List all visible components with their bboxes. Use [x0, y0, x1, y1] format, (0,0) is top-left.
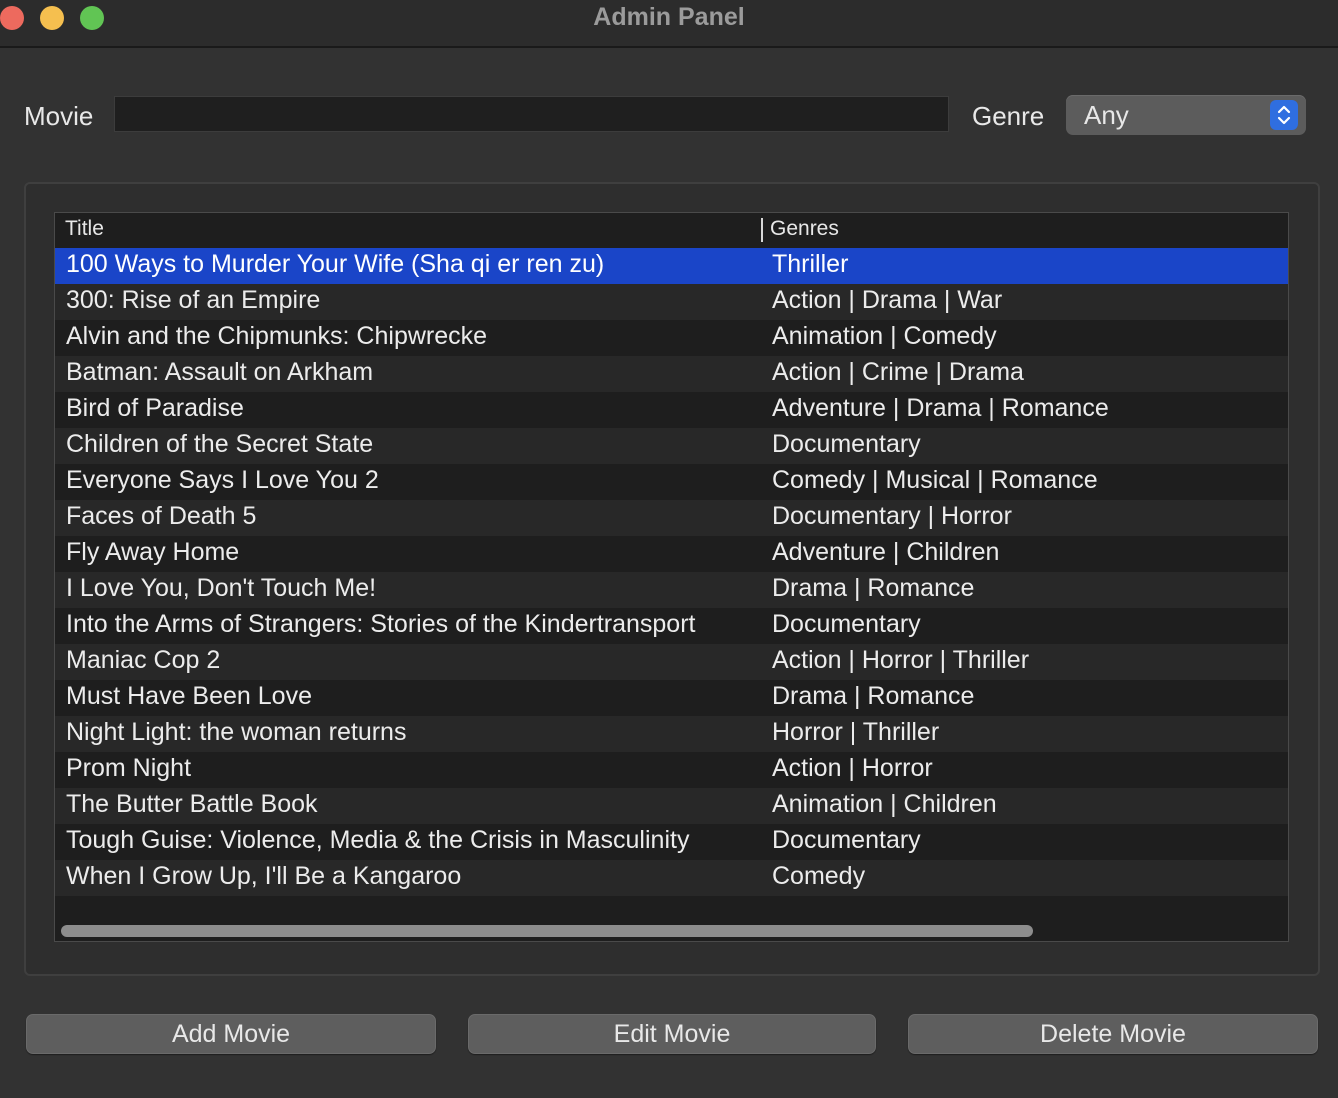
cell-genres: Documentary — [772, 430, 921, 458]
admin-panel-window: Admin Panel Movie Genre Any Title Genres… — [0, 0, 1338, 1098]
cell-genres: Documentary — [772, 826, 921, 854]
cell-title: The Butter Battle Book — [66, 790, 318, 818]
table-header: Title Genres — [55, 213, 1288, 248]
movies-table[interactable]: Title Genres 100 Ways to Murder Your Wif… — [54, 212, 1289, 942]
add-movie-button[interactable]: Add Movie — [26, 1014, 436, 1054]
cell-title: Night Light: the woman returns — [66, 718, 407, 746]
delete-movie-button[interactable]: Delete Movie — [908, 1014, 1318, 1054]
genre-selected-value: Any — [1084, 100, 1129, 130]
cell-title: Faces of Death 5 — [66, 502, 257, 530]
table-body: 100 Ways to Murder Your Wife (Sha qi er … — [55, 248, 1288, 932]
horizontal-scrollbar[interactable] — [61, 925, 1033, 937]
column-divider[interactable] — [761, 218, 763, 242]
edit-movie-button[interactable]: Edit Movie — [468, 1014, 876, 1054]
table-row[interactable]: Children of the Secret State Documentary — [55, 428, 1288, 464]
table-row[interactable]: Faces of Death 5 Documentary | Horror — [55, 500, 1288, 536]
cell-genres: Documentary | Horror — [772, 502, 1012, 530]
genre-label: Genre — [972, 101, 1045, 131]
table-row[interactable]: The Butter Battle Book Animation | Childr… — [55, 788, 1288, 824]
cell-title: 300: Rise of an Empire — [66, 286, 321, 314]
table-row[interactable]: 300: Rise of an Empire Action | Drama | W… — [55, 284, 1288, 320]
table-row[interactable]: Alvin and the Chipmunks: Chipwrecke Anima… — [55, 320, 1288, 356]
cell-title: Everyone Says I Love You 2 — [66, 466, 379, 494]
column-header-genres[interactable]: Genres — [770, 217, 839, 241]
cell-title: Batman: Assault on Arkham — [66, 358, 374, 386]
cell-title: Tough Guise: Violence, Media & the Crisi… — [66, 826, 690, 854]
cell-genres: Adventure | Drama | Romance — [772, 394, 1109, 422]
cell-genres: Adventure | Children — [772, 538, 1000, 566]
cell-genres: Thriller — [772, 250, 849, 278]
table-row[interactable]: Batman: Assault on Arkham Action | Crime … — [55, 356, 1288, 392]
genre-select[interactable]: Any — [1066, 95, 1306, 135]
cell-title: 100 Ways to Murder Your Wife (Sha qi er … — [66, 250, 605, 278]
table-row[interactable]: When I Grow Up, I'll Be a Kangaroo Comedy — [55, 860, 1288, 896]
cell-genres: Comedy — [772, 862, 866, 890]
movie-label: Movie — [24, 101, 94, 131]
cell-genres: Drama | Romance — [772, 682, 975, 710]
cell-title: Into the Arms of Strangers: Stories of t… — [66, 610, 696, 638]
table-row[interactable]: Prom Night Action | Horror — [55, 752, 1288, 788]
title-bar: Admin Panel — [0, 0, 1338, 48]
cell-genres: Action | Horror — [772, 754, 933, 782]
cell-title: Bird of Paradise — [66, 394, 244, 422]
cell-genres: Horror | Thriller — [772, 718, 940, 746]
cell-genres: Animation | Children — [772, 790, 997, 818]
cell-title: Must Have Been Love — [66, 682, 312, 710]
cell-title: Alvin and the Chipmunks: Chipwrecke — [66, 322, 488, 350]
table-row[interactable]: Must Have Been Love Drama | Romance — [55, 680, 1288, 716]
column-header-title[interactable]: Title — [65, 217, 104, 241]
table-row[interactable]: Fly Away Home Adventure | Children — [55, 536, 1288, 572]
cell-genres: Action | Drama | War — [772, 286, 1003, 314]
cell-genres: Comedy | Musical | Romance — [772, 466, 1098, 494]
movie-search-input[interactable] — [114, 96, 949, 132]
cell-title: When I Grow Up, I'll Be a Kangaroo — [66, 862, 462, 890]
cell-genres: Action | Crime | Drama — [772, 358, 1024, 386]
table-row[interactable]: Into the Arms of Strangers: Stories of t… — [55, 608, 1288, 644]
table-row[interactable]: Night Light: the woman returns Horror | T… — [55, 716, 1288, 752]
table-row[interactable]: I Love You, Don't Touch Me! Drama | Roman… — [55, 572, 1288, 608]
cell-title: Fly Away Home — [66, 538, 240, 566]
cell-genres: Action | Horror | Thriller — [772, 646, 1030, 674]
cell-title: Maniac Cop 2 — [66, 646, 221, 674]
cell-title: I Love You, Don't Touch Me! — [66, 574, 377, 602]
cell-genres: Drama | Romance — [772, 574, 975, 602]
table-row[interactable]: 100 Ways to Murder Your Wife (Sha qi er … — [55, 248, 1288, 284]
cell-title: Prom Night — [66, 754, 192, 782]
table-row[interactable]: Tough Guise: Violence, Media & the Crisi… — [55, 824, 1288, 860]
table-row[interactable]: Maniac Cop 2 Action | Horror | Thriller — [55, 644, 1288, 680]
window-title: Admin Panel — [593, 3, 745, 31]
table-row[interactable]: Bird of Paradise Adventure | Drama | Roma… — [55, 392, 1288, 428]
table-row[interactable]: Everyone Says I Love You 2 Comedy | Music… — [55, 464, 1288, 500]
cell-title: Children of the Secret State — [66, 430, 374, 458]
cell-genres: Documentary — [772, 610, 921, 638]
up-down-chevron-icon — [1270, 100, 1298, 130]
cell-genres: Animation | Comedy — [772, 322, 997, 350]
